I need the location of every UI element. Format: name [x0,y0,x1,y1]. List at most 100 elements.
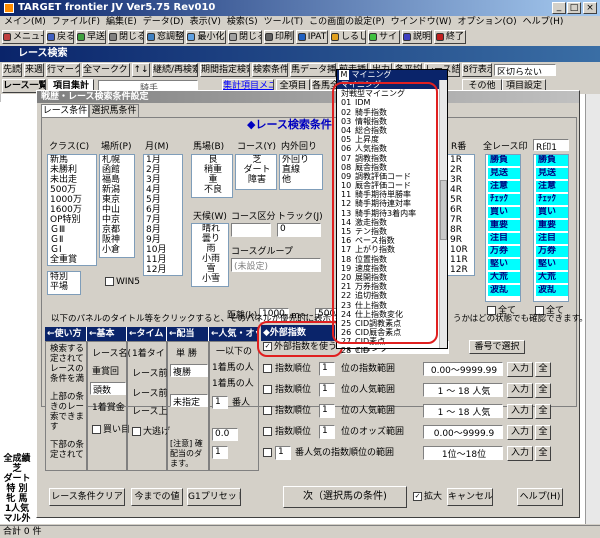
menu-item-0[interactable]: メイン(M) [4,16,46,28]
haito-place-select[interactable]: 複勝 [170,364,208,377]
place-item[interactable]: 中京 [102,215,134,225]
menu-item-10[interactable]: ヘルプ(H) [523,16,564,28]
sotobu-row-checkbox[interactable] [263,364,272,373]
weather-listbox[interactable]: 晴れ 曇り雨小雨雪小雪 [191,223,229,287]
course-div-field[interactable] [231,223,271,237]
sotobu-row-range[interactable]: 0.00～9999.9 [423,425,503,439]
class-item[interactable]: ＧⅠ [50,245,96,255]
course-item[interactable]: ダート [238,165,276,175]
menu-item-4[interactable]: 表示(V) [190,16,221,28]
ninki-input-3[interactable]: 1 [212,446,228,459]
menu-item-5[interactable]: 検索(S) [227,16,258,28]
now-value-button[interactable]: 今までの値 [131,488,183,506]
baba-item[interactable]: 稍重 [194,165,232,175]
class-item[interactable]: OP特別 [50,215,96,225]
r-item[interactable]: 3R [450,175,474,185]
inout-item[interactable]: 外回り [282,155,322,165]
all-race-mark-item[interactable]: 注意 [488,181,520,192]
all-race-mark-item[interactable]: 重要 [488,220,520,231]
month-item[interactable]: 12月 [146,265,182,275]
sotobu-row-range[interactable]: 1位～18位 [423,446,503,460]
all-race-mark-listbox[interactable]: 勝負 見送 注意 ﾁｪｯｸ 買い 重要 注目 万券 堅い 大荒 波乱 [485,154,521,302]
r-mark-item[interactable]: ﾁｪｯｸ [536,194,568,205]
class-extra-listbox[interactable]: 特別 平場 [47,271,81,295]
sotobu-row-all-button[interactable]: 全 [535,404,551,419]
race-toolbar-button-5[interactable]: 継続/再検索 [152,63,198,77]
sotobu-row-checkbox[interactable] [263,406,272,415]
toolbar-button-12[interactable]: 終了 [434,30,466,44]
baba-item[interactable]: 重 [194,175,232,185]
tab-race-conditions[interactable]: レース条件 [41,104,89,117]
place-listbox[interactable]: 札幌 函館 福島 新潟 東京 中山 中京 京都 阪神 小倉 [99,154,135,258]
sotobu-row-all-button[interactable]: 全 [535,446,551,461]
sotobu-row-input-button[interactable]: 入力 [507,362,533,377]
month-item[interactable]: 11月 [146,255,182,265]
r-item[interactable]: 11R [450,255,474,265]
place-item[interactable]: 京都 [102,225,134,235]
month-item[interactable]: 9月 [146,235,182,245]
grid-vscroll[interactable] [585,94,600,524]
haito-unset-select[interactable]: 未指定 [170,394,208,407]
sotobu-row-range[interactable]: 1 ～ 18 人気 [423,404,503,418]
month-item[interactable]: 2月 [146,165,182,175]
month-item[interactable]: 6月 [146,205,182,215]
r-mark-item[interactable]: 注目 [536,233,568,244]
sotobu-row-input-button[interactable]: 入力 [507,404,533,419]
weather-item[interactable]: 雨 [194,244,228,254]
r-item[interactable]: 8R [450,225,474,235]
course-item[interactable]: 障害 [238,175,276,185]
r-mark-item[interactable]: 万券 [536,246,568,257]
kihon-select[interactable]: 頭数 [90,382,126,395]
race-toolbar-button-6[interactable]: 期間指定検索 [200,63,250,77]
all-race-mark-item[interactable]: 注目 [488,233,520,244]
month-item[interactable]: 1月 [146,155,182,165]
next-button[interactable]: 次（選択馬の条件) [283,486,407,508]
time-big-escape[interactable]: 大逃げ [132,426,170,438]
r-mark-item[interactable]: 見送 [536,168,568,179]
toolbar-button-8[interactable]: IPAT [296,30,328,44]
month-item[interactable]: 10月 [146,245,182,255]
g1-preset-button[interactable]: G1プリセット [187,488,241,506]
r-item[interactable]: 7R [450,215,474,225]
race-toolbar-button-3[interactable]: 全マーククリア [82,63,130,77]
close-icon[interactable]: × [583,2,597,14]
r-listbox[interactable]: 1R 2R 3R 4R 5R 6R 7R 8R 9R 10R 11R 12R [447,154,475,276]
sotobu-row-range[interactable]: 1 ～ 18 人気 [423,383,503,397]
r-item[interactable]: 5R [450,195,474,205]
r-mark-item[interactable]: 勝負 [536,155,568,166]
class-item[interactable]: ＧⅡ [50,235,96,245]
r-item[interactable]: 10R [450,245,474,255]
r-item[interactable]: 6R [450,205,474,215]
ri-select[interactable]: R印1 [533,139,569,151]
sotobu-row-rank-input[interactable]: 1 [319,383,335,397]
r-item[interactable]: 2R [450,165,474,175]
panel-header-1[interactable]: ←基本 [87,327,127,341]
sotobu-row-all-button[interactable]: 全 [535,362,551,377]
month-item[interactable]: 5月 [146,195,182,205]
class-extra-item[interactable]: 平場 [50,282,80,292]
race-toolbar-button-4[interactable]: ↑↓ [132,63,150,77]
panel-header-2[interactable]: ←タイム [127,327,167,341]
sotobu-row-rank-input[interactable]: 1 [319,404,335,418]
toolbar-button-2[interactable]: 早送 [76,30,106,44]
place-item[interactable]: 新潟 [102,185,134,195]
course-group-select[interactable]: (未設定) [231,258,321,272]
course-listbox[interactable]: 芝ダート 障害 [235,154,277,190]
toolbar-button-4[interactable]: 窓調整 [146,30,184,44]
track-select[interactable]: 0 [277,223,321,237]
class-item[interactable]: 1600万 [50,205,96,215]
r-mark-item[interactable]: 買い [536,207,568,218]
r-mark-item[interactable]: 注意 [536,181,568,192]
menu-item-7[interactable]: この画面の設定(P) [309,16,384,28]
baba-listbox[interactable]: 良稍重重不良 [191,154,233,198]
sotobu-row-input-button[interactable]: 入力 [507,446,533,461]
dropdown-scroll-thumb[interactable] [440,180,447,240]
class-item[interactable]: ＧⅢ [50,225,96,235]
inout-listbox[interactable]: 外回り 直線他 [279,154,323,190]
r-mark-item[interactable]: 堅い [536,259,568,270]
toolbar-button-5[interactable]: 最小化 [186,30,226,44]
menu-item-1[interactable]: ファイル(F) [52,16,100,28]
month-item[interactable]: 7月 [146,215,182,225]
place-item[interactable]: 東京 [102,195,134,205]
minimize-icon[interactable]: _ [552,2,566,14]
